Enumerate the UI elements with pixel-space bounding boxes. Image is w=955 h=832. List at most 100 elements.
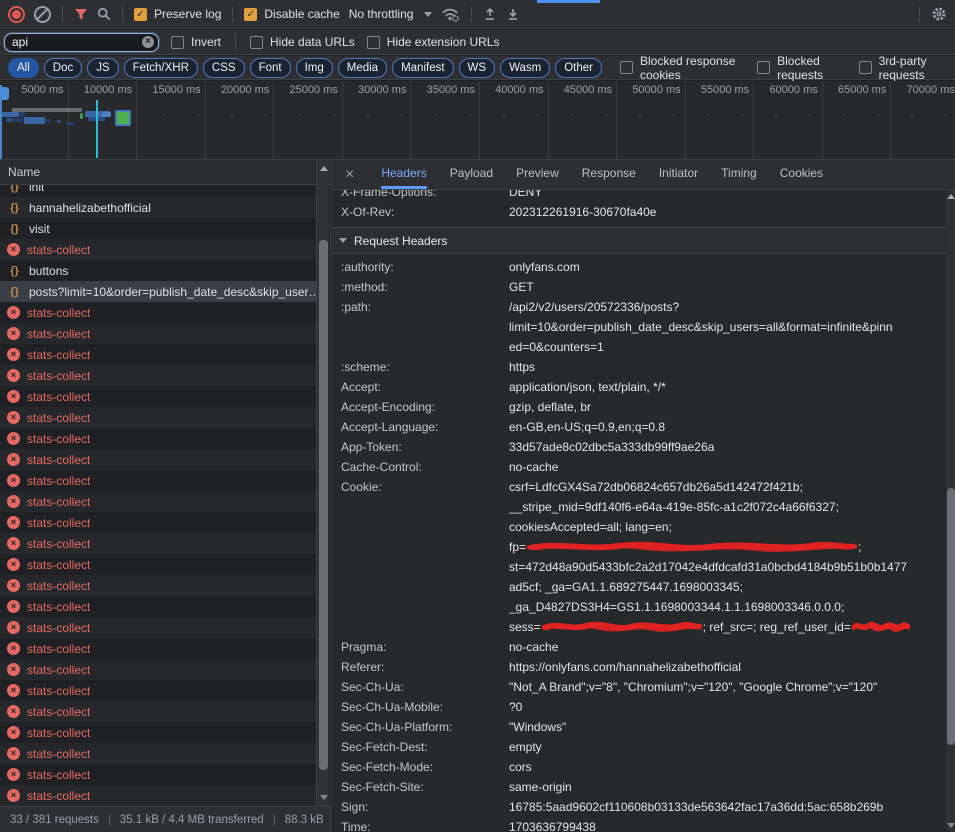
disclosure-triangle-icon bbox=[339, 238, 347, 243]
request-row[interactable]: ×stats-collect bbox=[0, 386, 316, 407]
filter-pill-media[interactable]: Media bbox=[338, 58, 387, 78]
clear-button[interactable] bbox=[34, 6, 51, 23]
header-value: DENY bbox=[509, 190, 946, 202]
request-row[interactable]: {}posts?limit=10&order=publish_date_desc… bbox=[0, 281, 316, 302]
filter-input[interactable] bbox=[4, 33, 159, 52]
hide-extension-urls-checkbox[interactable] bbox=[367, 36, 380, 49]
request-row[interactable]: ×stats-collect bbox=[0, 764, 316, 785]
filter-pill-other[interactable]: Other bbox=[555, 58, 602, 78]
toolbar-divider bbox=[122, 6, 123, 22]
request-row[interactable]: ×stats-collect bbox=[0, 449, 316, 470]
request-row[interactable]: ×stats-collect bbox=[0, 596, 316, 617]
request-row[interactable]: ×stats-collect bbox=[0, 533, 316, 554]
request-row[interactable]: {}init bbox=[0, 185, 316, 197]
preserve-log-checkbox[interactable]: ✓ bbox=[134, 8, 147, 21]
search-icon[interactable] bbox=[97, 7, 111, 21]
header-key: Sec-Ch-Ua: bbox=[341, 677, 509, 697]
filter-icon[interactable] bbox=[74, 8, 88, 21]
filter-pill-wasm[interactable]: Wasm bbox=[500, 58, 550, 78]
hide-data-urls-checkbox[interactable] bbox=[250, 36, 263, 49]
disable-cache-toggle[interactable]: ✓ Disable cache bbox=[244, 7, 339, 21]
filter-pill-manifest[interactable]: Manifest bbox=[392, 58, 453, 78]
blocked-response-cookies-checkbox[interactable] bbox=[620, 61, 633, 74]
tab-preview[interactable]: Preview bbox=[516, 160, 559, 189]
scroll-up-icon[interactable] bbox=[947, 194, 955, 199]
invert-checkbox[interactable] bbox=[171, 36, 184, 49]
request-row[interactable]: ×stats-collect bbox=[0, 743, 316, 764]
close-icon[interactable]: × bbox=[341, 160, 358, 189]
scroll-up-icon[interactable] bbox=[320, 166, 328, 171]
scroll-down-icon[interactable] bbox=[320, 795, 328, 800]
scroll-down-icon[interactable] bbox=[947, 823, 955, 828]
request-row[interactable]: ×stats-collect bbox=[0, 470, 316, 491]
request-row[interactable]: ×stats-collect bbox=[0, 344, 316, 365]
scrollbar-thumb[interactable] bbox=[947, 488, 955, 745]
filter-pill-font[interactable]: Font bbox=[250, 58, 291, 78]
tab-response[interactable]: Response bbox=[582, 160, 636, 189]
request-row[interactable]: ×stats-collect bbox=[0, 407, 316, 428]
request-row[interactable]: ×stats-collect bbox=[0, 617, 316, 638]
request-row[interactable]: ×stats-collect bbox=[0, 722, 316, 743]
filter-pill-fetch-xhr[interactable]: Fetch/XHR bbox=[124, 58, 198, 78]
filter-pill-img[interactable]: Img bbox=[296, 58, 333, 78]
request-row[interactable]: ×stats-collect bbox=[0, 491, 316, 512]
disable-cache-checkbox[interactable]: ✓ bbox=[244, 8, 257, 21]
details-scrollbar[interactable] bbox=[946, 190, 955, 832]
filter-pill-doc[interactable]: Doc bbox=[44, 58, 82, 78]
request-row[interactable]: ×stats-collect bbox=[0, 554, 316, 575]
request-row[interactable]: {}buttons bbox=[0, 260, 316, 281]
overview-timeline[interactable]: 5000 ms10000 ms15000 ms20000 ms25000 ms3… bbox=[0, 81, 955, 160]
request-row[interactable]: ×stats-collect bbox=[0, 638, 316, 659]
request-row[interactable]: ×stats-collect bbox=[0, 365, 316, 386]
toolbar-divider bbox=[471, 6, 472, 22]
3rd-party-requests-toggle[interactable]: 3rd-party requests bbox=[859, 54, 947, 82]
request-row[interactable]: {}visit bbox=[0, 218, 316, 239]
request-row[interactable]: {}hannahelizabethofficial bbox=[0, 197, 316, 218]
tab-headers[interactable]: Headers bbox=[381, 160, 426, 189]
request-headers-section[interactable]: Request Headers bbox=[331, 227, 946, 254]
request-row[interactable]: ×stats-collect bbox=[0, 785, 316, 806]
filter-pill-css[interactable]: CSS bbox=[203, 58, 245, 78]
hide-extension-urls-toggle[interactable]: Hide extension URLs bbox=[367, 35, 500, 49]
request-row[interactable]: ×stats-collect bbox=[0, 302, 316, 323]
throttling-select[interactable]: No throttling bbox=[349, 7, 433, 21]
header-value-line: cors bbox=[509, 757, 946, 777]
request-row[interactable]: ×stats-collect bbox=[0, 659, 316, 680]
request-list-scrollbar[interactable] bbox=[316, 160, 329, 806]
request-row[interactable]: ×stats-collect bbox=[0, 428, 316, 449]
request-row[interactable]: ×stats-collect bbox=[0, 239, 316, 260]
export-har-icon[interactable] bbox=[483, 7, 497, 21]
blocked-requests-toggle[interactable]: Blocked requests bbox=[757, 54, 841, 82]
tab-cookies[interactable]: Cookies bbox=[780, 160, 823, 189]
filter-pill-all[interactable]: All bbox=[8, 58, 39, 78]
request-row[interactable]: ×stats-collect bbox=[0, 575, 316, 596]
3rd-party-requests-checkbox[interactable] bbox=[859, 61, 872, 74]
hide-data-urls-toggle[interactable]: Hide data URLs bbox=[250, 35, 355, 49]
request-row[interactable]: ×stats-collect bbox=[0, 512, 316, 533]
filter-pill-ws[interactable]: WS bbox=[459, 58, 496, 78]
scrollbar-thumb[interactable] bbox=[319, 240, 328, 770]
name-column-header[interactable]: Name bbox=[0, 160, 330, 185]
header-key: Sec-Fetch-Mode: bbox=[341, 757, 509, 777]
request-row[interactable]: ×stats-collect bbox=[0, 680, 316, 701]
clear-filter-icon[interactable]: × bbox=[142, 36, 154, 48]
settings-gear-icon[interactable] bbox=[931, 6, 947, 22]
selection-handle[interactable] bbox=[0, 87, 9, 100]
blocked-response-cookies-toggle[interactable]: Blocked response cookies bbox=[620, 54, 740, 82]
tab-timing[interactable]: Timing bbox=[721, 160, 757, 189]
blocked-requests-checkbox[interactable] bbox=[757, 61, 770, 74]
status-segment: 35.1 kB / 4.4 MB transferred bbox=[109, 814, 274, 826]
request-row[interactable]: ×stats-collect bbox=[0, 323, 316, 344]
tab-payload[interactable]: Payload bbox=[450, 160, 493, 189]
import-har-icon[interactable] bbox=[506, 7, 520, 21]
network-conditions-icon[interactable] bbox=[441, 7, 460, 22]
invert-toggle[interactable]: Invert bbox=[171, 35, 221, 49]
request-row[interactable]: ×stats-collect bbox=[0, 701, 316, 722]
header-value: "Windows" bbox=[509, 717, 946, 737]
filter-pill-js[interactable]: JS bbox=[87, 58, 118, 78]
record-button[interactable] bbox=[8, 6, 25, 23]
tab-initiator[interactable]: Initiator bbox=[659, 160, 698, 189]
header-value: no-cache bbox=[509, 637, 946, 657]
error-icon: × bbox=[7, 747, 20, 760]
preserve-log-toggle[interactable]: ✓ Preserve log bbox=[134, 7, 221, 21]
